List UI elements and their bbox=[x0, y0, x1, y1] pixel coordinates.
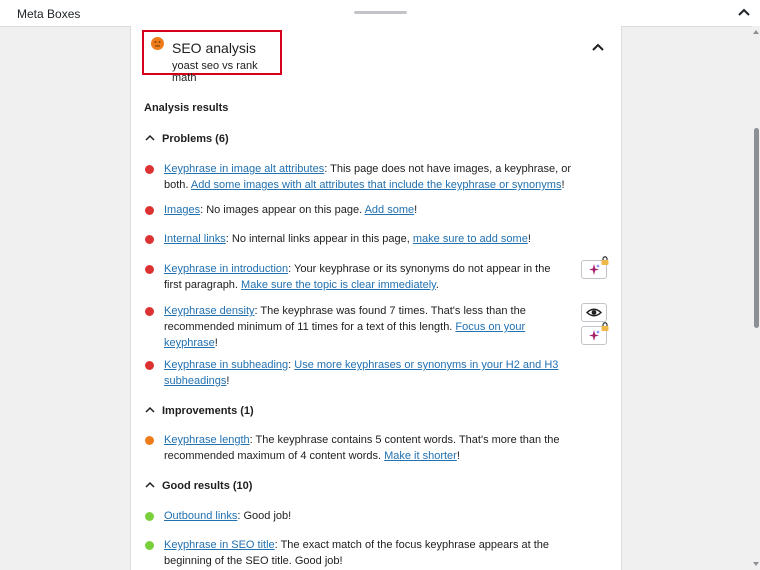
improvements-label: Improvements (1) bbox=[162, 405, 254, 417]
problems-group-toggle[interactable]: Problems (6) bbox=[144, 133, 229, 145]
result-link[interactable]: Images bbox=[164, 204, 200, 216]
result-tail: ! bbox=[561, 179, 565, 191]
result-text: : No images appear on this page. bbox=[200, 204, 365, 216]
highlight-toggle-button[interactable] bbox=[581, 303, 607, 322]
problems-label: Problems (6) bbox=[162, 133, 229, 145]
analysis-results-heading: Analysis results bbox=[144, 102, 229, 114]
result-link[interactable]: Internal links bbox=[164, 233, 226, 245]
result-tail: ! bbox=[214, 337, 218, 349]
result-link[interactable]: Keyphrase in introduction bbox=[164, 263, 288, 275]
problem-bullet bbox=[145, 165, 154, 174]
result-action-link[interactable]: Make it shorter bbox=[384, 450, 457, 462]
result-link[interactable]: Keyphrase density bbox=[164, 305, 255, 317]
problem-bullet bbox=[145, 235, 154, 244]
drag-handle[interactable] bbox=[354, 11, 407, 14]
scroll-down-arrow-icon[interactable] bbox=[752, 560, 760, 568]
result-tail: ! bbox=[414, 204, 418, 216]
improvements-group-toggle[interactable]: Improvements (1) bbox=[144, 405, 254, 417]
result-action-link[interactable]: Make sure the topic is clear immediately bbox=[241, 279, 436, 291]
seo-analysis-panel: SEO analysis yoast seo vs rank math Anal… bbox=[130, 26, 622, 570]
improvement-bullet bbox=[145, 436, 154, 445]
result-action-link[interactable]: Add some bbox=[365, 204, 415, 216]
meta-boxes-bar: Meta Boxes bbox=[0, 0, 760, 27]
seo-analysis-keyphrase: yoast seo vs rank math bbox=[172, 60, 258, 84]
seo-analysis-title: SEO analysis bbox=[172, 40, 257, 56]
chevron-up-icon bbox=[145, 481, 155, 488]
result-tail: . bbox=[435, 279, 439, 291]
result-link[interactable]: Keyphrase length bbox=[164, 434, 250, 446]
problem-bullet bbox=[145, 265, 154, 274]
good-bullet bbox=[145, 541, 154, 550]
chevron-up-icon bbox=[145, 406, 155, 413]
chevron-up-icon bbox=[145, 134, 155, 141]
good-results-group-toggle[interactable]: Good results (10) bbox=[144, 480, 252, 492]
result-tail: ! bbox=[226, 375, 230, 387]
problem-bullet bbox=[145, 307, 154, 316]
result-link[interactable]: Keyphrase in SEO title bbox=[164, 539, 275, 551]
result-link[interactable]: Keyphrase in subheading bbox=[164, 359, 288, 371]
problem-bullet bbox=[145, 206, 154, 215]
result-text: : No internal links appear in this page, bbox=[225, 233, 413, 245]
scrollbar-thumb[interactable] bbox=[754, 128, 759, 328]
seo-analysis-header[interactable]: SEO analysis yoast seo vs rank math bbox=[142, 30, 282, 84]
problem-bullet bbox=[145, 361, 154, 370]
eye-icon bbox=[585, 308, 603, 317]
result-link[interactable]: Keyphrase in image alt attributes bbox=[164, 163, 324, 175]
good-results-label: Good results (10) bbox=[162, 480, 253, 492]
good-bullet bbox=[145, 512, 154, 521]
orange-face-icon bbox=[151, 37, 164, 50]
lock-icon bbox=[601, 322, 609, 331]
chevron-up-icon[interactable] bbox=[735, 5, 753, 21]
result-link[interactable]: Outbound links bbox=[164, 510, 237, 522]
chevron-up-icon[interactable] bbox=[590, 41, 606, 53]
result-tail: ! bbox=[456, 450, 460, 462]
result-text: : Good job! bbox=[237, 510, 292, 522]
meta-boxes-title: Meta Boxes bbox=[17, 7, 81, 21]
scroll-up-arrow-icon[interactable] bbox=[752, 28, 760, 36]
result-action-link[interactable]: make sure to add some bbox=[413, 233, 528, 245]
lock-icon bbox=[601, 256, 609, 265]
result-action-link[interactable]: Add some images with alt attributes that… bbox=[191, 179, 562, 191]
result-tail: ! bbox=[527, 233, 531, 245]
